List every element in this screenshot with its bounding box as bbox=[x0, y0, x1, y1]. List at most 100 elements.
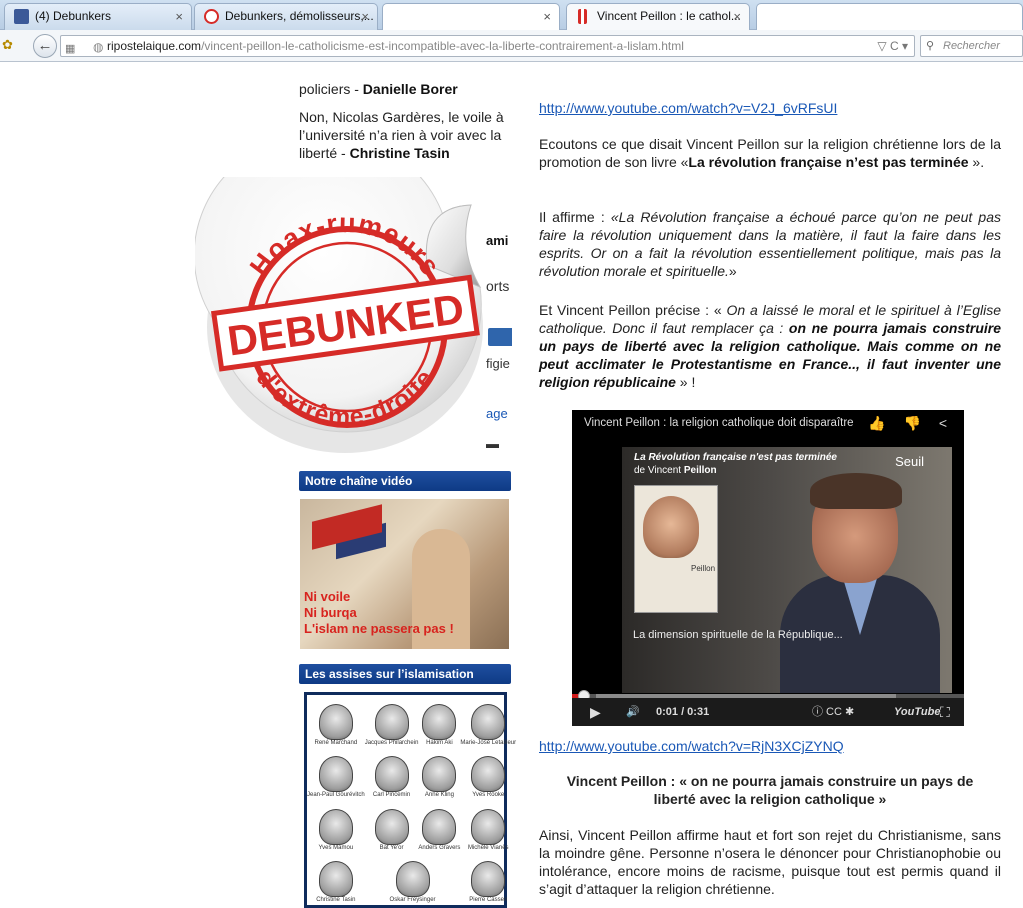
youtube-link[interactable]: http://www.youtube.com/watch?v=RjN3XCjZY… bbox=[539, 738, 844, 754]
portrait-name: Jean-Paul Gourévitch bbox=[307, 792, 365, 798]
portrait-name: René Marchand bbox=[314, 739, 358, 746]
portrait: Carl Pincemin bbox=[365, 748, 419, 801]
tab-debunkers[interactable]: Debunkers, démolisseurs,... × bbox=[194, 3, 378, 30]
tab-label: Vincent Peillon : le cathol... bbox=[597, 9, 741, 23]
fullscreen-icon[interactable]: ⛶ bbox=[940, 698, 950, 726]
page-content: policiers - Danielle Borer Non, Nicolas … bbox=[0, 62, 1023, 908]
portrait: Bat Ye'or bbox=[365, 800, 419, 853]
addon-icon[interactable]: ✿ bbox=[2, 37, 19, 54]
search-icon: ⚲ bbox=[926, 40, 935, 52]
portrait-face bbox=[374, 703, 409, 740]
globe-icon: ◍ bbox=[93, 40, 104, 54]
portrait-name: Jacques Philarchein bbox=[364, 739, 419, 746]
url-path: /vincent-peillon-le-catholicisme-est-inc… bbox=[201, 39, 684, 53]
url-bar[interactable]: ▦ ◍ ripostelaique.com/vincent-peillon-le… bbox=[60, 35, 915, 57]
portrait-face bbox=[471, 808, 506, 845]
sidebar-item-line: l’université n’a rien à voir avec la bbox=[299, 127, 502, 143]
portrait-name: Hakim Aki bbox=[426, 739, 453, 746]
portrait: Yves Mamou bbox=[307, 800, 365, 853]
portrait-name: Yves Mamou bbox=[318, 844, 354, 851]
portrait-face bbox=[318, 861, 353, 897]
portrait: Hakim Aki bbox=[418, 695, 460, 748]
portrait-face bbox=[374, 756, 409, 792]
portrait-name: Bat Ye'or bbox=[379, 844, 404, 851]
speaker-hair bbox=[810, 473, 902, 509]
close-tab-icon[interactable]: × bbox=[733, 4, 741, 29]
tab-vincent-peillon[interactable]: Vincent Peillon : le cathol... × bbox=[566, 3, 750, 30]
youtube-logo-icon[interactable]: YouTube bbox=[894, 698, 940, 726]
sidebar-item-text: policiers - bbox=[299, 81, 363, 97]
portrait: Pierre Cassen bbox=[460, 853, 516, 906]
banner-text: Ni burqa bbox=[304, 605, 357, 620]
tab-bar: (4) Debunkers × Debunkers, démolisseurs,… bbox=[0, 0, 1023, 30]
video-actions-icon[interactable]: 👍 👎 < bbox=[868, 415, 954, 432]
tab-blank[interactable]: × bbox=[382, 3, 560, 30]
portrait-face bbox=[471, 861, 506, 897]
banner-text: Ni voile bbox=[304, 589, 351, 604]
portrait-name: Pierre Cassen bbox=[469, 897, 508, 903]
paragraph-text: » ! bbox=[675, 374, 696, 390]
close-tab-icon[interactable]: × bbox=[543, 4, 551, 29]
portrait-name: Christine Tasin bbox=[316, 897, 356, 903]
back-button[interactable]: ← bbox=[33, 34, 57, 58]
site-identity-icon[interactable]: ▦ bbox=[65, 39, 79, 55]
page-icon bbox=[578, 9, 587, 24]
video-frame[interactable]: La Révolution française n'est pas termin… bbox=[622, 447, 952, 693]
portrait-name: Michèle Vianès bbox=[467, 844, 509, 851]
paragraph-text: » bbox=[728, 263, 737, 279]
tab-label: Debunkers, démolisseurs,... bbox=[225, 9, 374, 23]
book-cover-text: Peillon bbox=[691, 564, 716, 573]
section-header: Notre chaîne vidéo bbox=[299, 471, 511, 491]
portrait-grid[interactable]: René Marchand Jacques Philarchein Hakim … bbox=[304, 692, 516, 908]
site-icon bbox=[204, 9, 219, 24]
portrait-face bbox=[471, 756, 506, 792]
article-paragraph: Ainsi, Vincent Peillon affirme haut et f… bbox=[539, 827, 1001, 897]
article-link2-row: http://www.youtube.com/watch?v=RjN3XCjZY… bbox=[539, 737, 1001, 755]
portrait-face bbox=[318, 703, 353, 740]
speaker-figure bbox=[780, 465, 940, 693]
portrait: Anne Kling bbox=[418, 748, 460, 801]
sidebar-item-line: Non, Nicolas Gardères, le voile à bbox=[299, 109, 504, 125]
sidebar-item[interactable]: Non, Nicolas Gardères, le voile à l’univ… bbox=[299, 108, 519, 162]
close-tab-icon[interactable]: × bbox=[361, 4, 369, 29]
facebook-icon bbox=[14, 9, 29, 24]
play-icon[interactable]: ▶ bbox=[590, 698, 601, 726]
video-settings-icons[interactable]: ⓘ CC ✱ bbox=[812, 698, 854, 726]
video-controls: ▶ 🔊 0:01 / 0:31 ⓘ CC ✱ YouTube ⛶ bbox=[572, 698, 964, 726]
url-host: ripostelaique.com bbox=[107, 39, 202, 53]
book-author-name: Peillon bbox=[683, 465, 717, 476]
reload-icon[interactable]: ▽ C ▾ bbox=[877, 36, 908, 56]
tab-new[interactable] bbox=[756, 3, 1023, 30]
volume-icon[interactable]: 🔊 bbox=[626, 698, 640, 726]
article-paragraph: Il affirme : «La Révolution française a … bbox=[539, 208, 1001, 280]
search-input[interactable]: ⚲ Rechercher bbox=[920, 35, 1023, 57]
banner-text: L'islam ne passera pas ! bbox=[304, 621, 454, 636]
book-author-overlay: de Vincent Peillon bbox=[634, 465, 717, 476]
article-link1-row: http://www.youtube.com/watch?v=V2J_6vRFs… bbox=[539, 99, 1001, 117]
portrait-face bbox=[422, 808, 457, 845]
paragraph-text: Et Vincent Peillon précise : « bbox=[539, 302, 727, 318]
video-player[interactable]: Vincent Peillon : la religion catholique… bbox=[572, 410, 964, 726]
debunked-sticker: Hoax-rumeurs d'extrême-droite DEBUNKED bbox=[193, 132, 495, 457]
navigation-bar: ✿ ← ▦ ◍ ripostelaique.com/vincent-peillo… bbox=[0, 30, 1023, 62]
portrait: Yves Rooke bbox=[460, 748, 516, 801]
close-tab-icon[interactable]: × bbox=[175, 4, 183, 29]
portrait-face bbox=[318, 756, 353, 792]
portrait-face bbox=[395, 861, 430, 897]
sidebar-item-author: Christine Tasin bbox=[349, 145, 450, 161]
tab-label: (4) Debunkers bbox=[35, 9, 112, 23]
tab-facebook[interactable]: (4) Debunkers × bbox=[4, 3, 192, 30]
portrait: Oskar Freysinger bbox=[365, 853, 461, 906]
sidebar-item[interactable]: policiers - Danielle Borer bbox=[299, 80, 519, 98]
portrait-name: Marie-José Letailleur bbox=[460, 739, 517, 746]
portrait-name: Oskar Freysinger bbox=[389, 897, 436, 903]
sidebar-item-author: Danielle Borer bbox=[362, 81, 458, 97]
portrait: Marie-José Letailleur bbox=[460, 695, 516, 748]
youtube-link[interactable]: http://www.youtube.com/watch?v=V2J_6vRFs… bbox=[539, 100, 837, 116]
book-cover: Peillon bbox=[634, 485, 718, 613]
book-cover-face bbox=[643, 496, 699, 558]
debunked-stamp-icon: Hoax-rumeurs d'extrême-droite DEBUNKED bbox=[193, 132, 483, 453]
portrait-name: Anders Gravers bbox=[418, 844, 461, 851]
video-title[interactable]: Vincent Peillon : la religion catholique… bbox=[584, 417, 854, 429]
video-channel-banner[interactable]: Ni voile Ni burqa L'islam ne passera pas… bbox=[300, 499, 509, 649]
